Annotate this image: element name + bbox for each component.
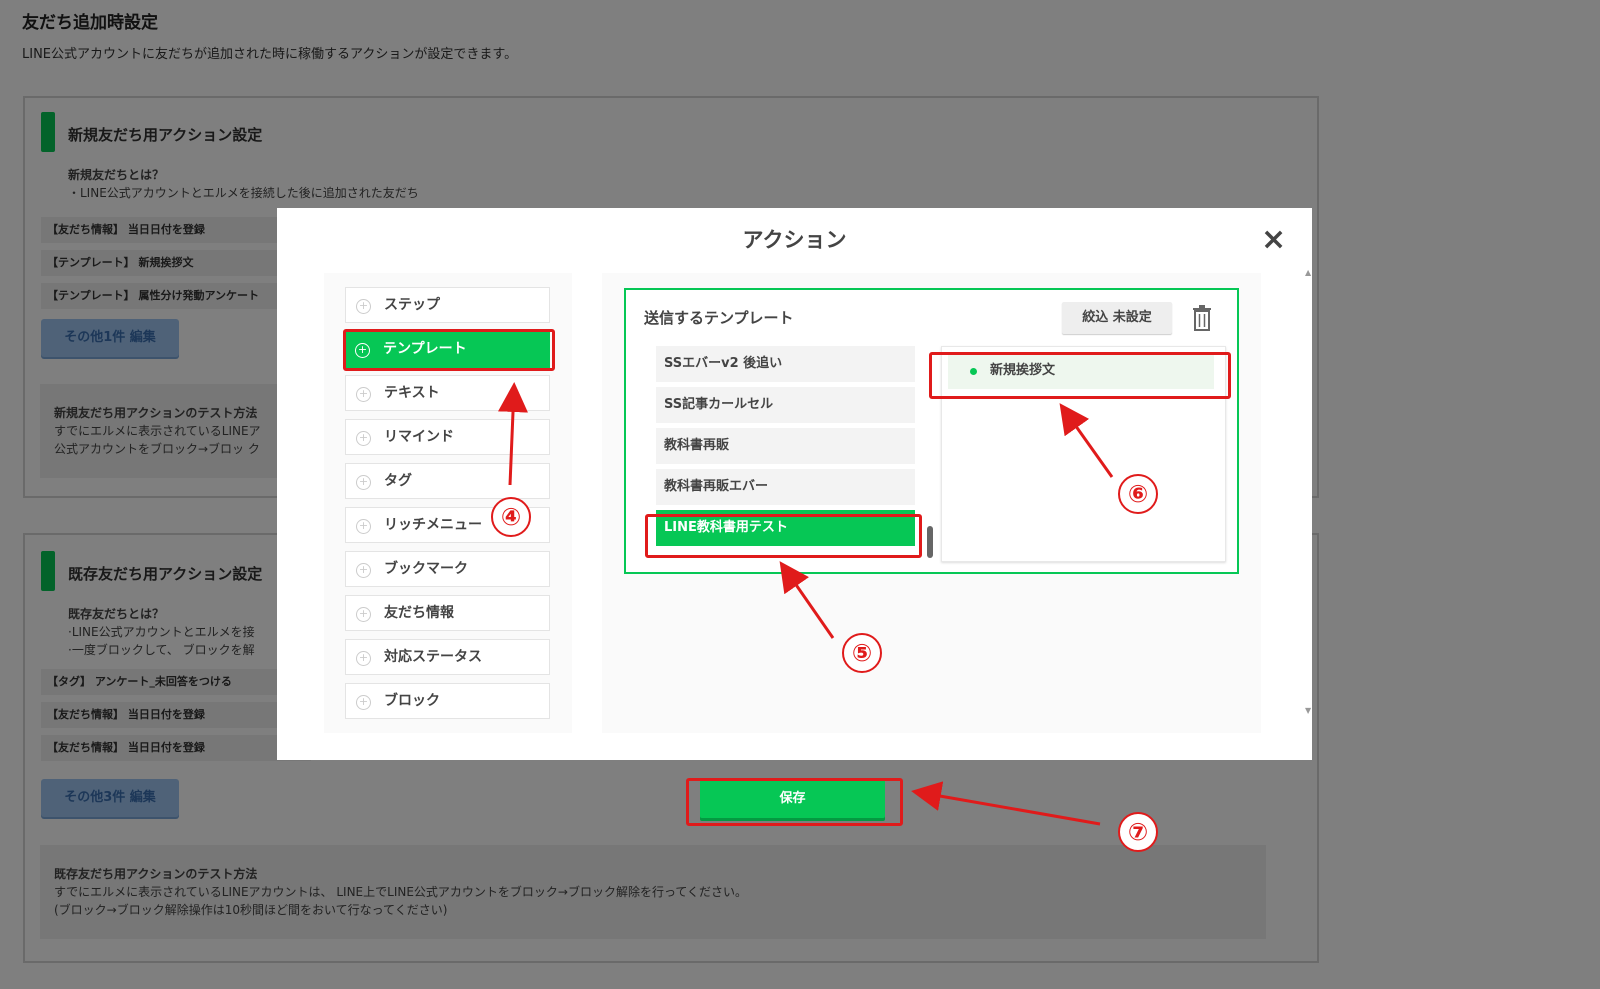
filter-button[interactable]: 絞込 未設定 xyxy=(1062,302,1172,334)
trash-icon[interactable] xyxy=(1190,305,1214,331)
highlight-chosen-template xyxy=(929,352,1231,399)
highlight-save-button xyxy=(686,778,903,826)
template-item[interactable]: SSエバーv2 後追い xyxy=(656,346,915,382)
step-number-6: ⑥ xyxy=(1118,474,1158,514)
menu-item-step[interactable]: + ステップ xyxy=(345,287,550,323)
step-number-4: ④ xyxy=(491,497,531,537)
template-item[interactable]: 教科書再販エバー xyxy=(656,469,915,505)
template-item[interactable]: 教科書再販 xyxy=(656,428,915,464)
close-icon[interactable]: × xyxy=(1261,222,1286,257)
plus-circle-icon: + xyxy=(356,387,371,402)
menu-item-label: ブックマーク xyxy=(384,561,468,577)
plus-circle-icon: + xyxy=(356,299,371,314)
plus-circle-icon: + xyxy=(356,431,371,446)
menu-item-remind[interactable]: + リマインド xyxy=(345,419,550,455)
menu-item-status[interactable]: + 対応ステータス xyxy=(345,639,550,675)
menu-item-tag[interactable]: + タグ xyxy=(345,463,550,499)
plus-circle-icon: + xyxy=(356,607,371,622)
menu-item-label: ステップ xyxy=(384,297,440,313)
send-template-label: 送信するテンプレート xyxy=(644,309,794,327)
template-item[interactable]: SS記事カールセル xyxy=(656,387,915,423)
plus-circle-icon: + xyxy=(356,651,371,666)
menu-item-block[interactable]: + ブロック xyxy=(345,683,550,719)
menu-item-label: リマインド xyxy=(384,429,454,445)
scrollbar-thumb[interactable] xyxy=(927,526,933,558)
scroll-down-icon[interactable]: ▼ xyxy=(1305,706,1311,715)
plus-circle-icon: + xyxy=(356,519,371,534)
menu-item-label: ブロック xyxy=(384,693,440,709)
menu-item-friend-info[interactable]: + 友だち情報 xyxy=(345,595,550,631)
step-number-5: ⑤ xyxy=(842,633,882,673)
menu-item-label: タグ xyxy=(384,473,412,489)
menu-item-bookmark[interactable]: + ブックマーク xyxy=(345,551,550,587)
scroll-up-icon[interactable]: ▲ xyxy=(1305,268,1311,277)
menu-item-label: 対応ステータス xyxy=(384,649,482,665)
template-pane: 送信するテンプレート 絞込 未設定 SSエバーv2 後追い SS記事カールセル … xyxy=(602,273,1261,733)
action-modal: アクション × + ステップ + テンプレート + テキスト + リマインド + タグ +… xyxy=(277,208,1312,760)
plus-circle-icon: + xyxy=(356,475,371,490)
menu-item-label: テキスト xyxy=(384,385,440,401)
menu-item-label: 友だち情報 xyxy=(384,605,454,621)
plus-circle-icon: + xyxy=(356,695,371,710)
menu-item-text[interactable]: + テキスト xyxy=(345,375,550,411)
step-number-7: ⑦ xyxy=(1118,812,1158,852)
plus-circle-icon: + xyxy=(356,563,371,578)
menu-item-label: リッチメニュー xyxy=(384,517,482,533)
highlight-selected-template xyxy=(645,514,922,558)
modal-title: アクション xyxy=(742,228,847,252)
highlight-template-menu xyxy=(343,329,555,371)
